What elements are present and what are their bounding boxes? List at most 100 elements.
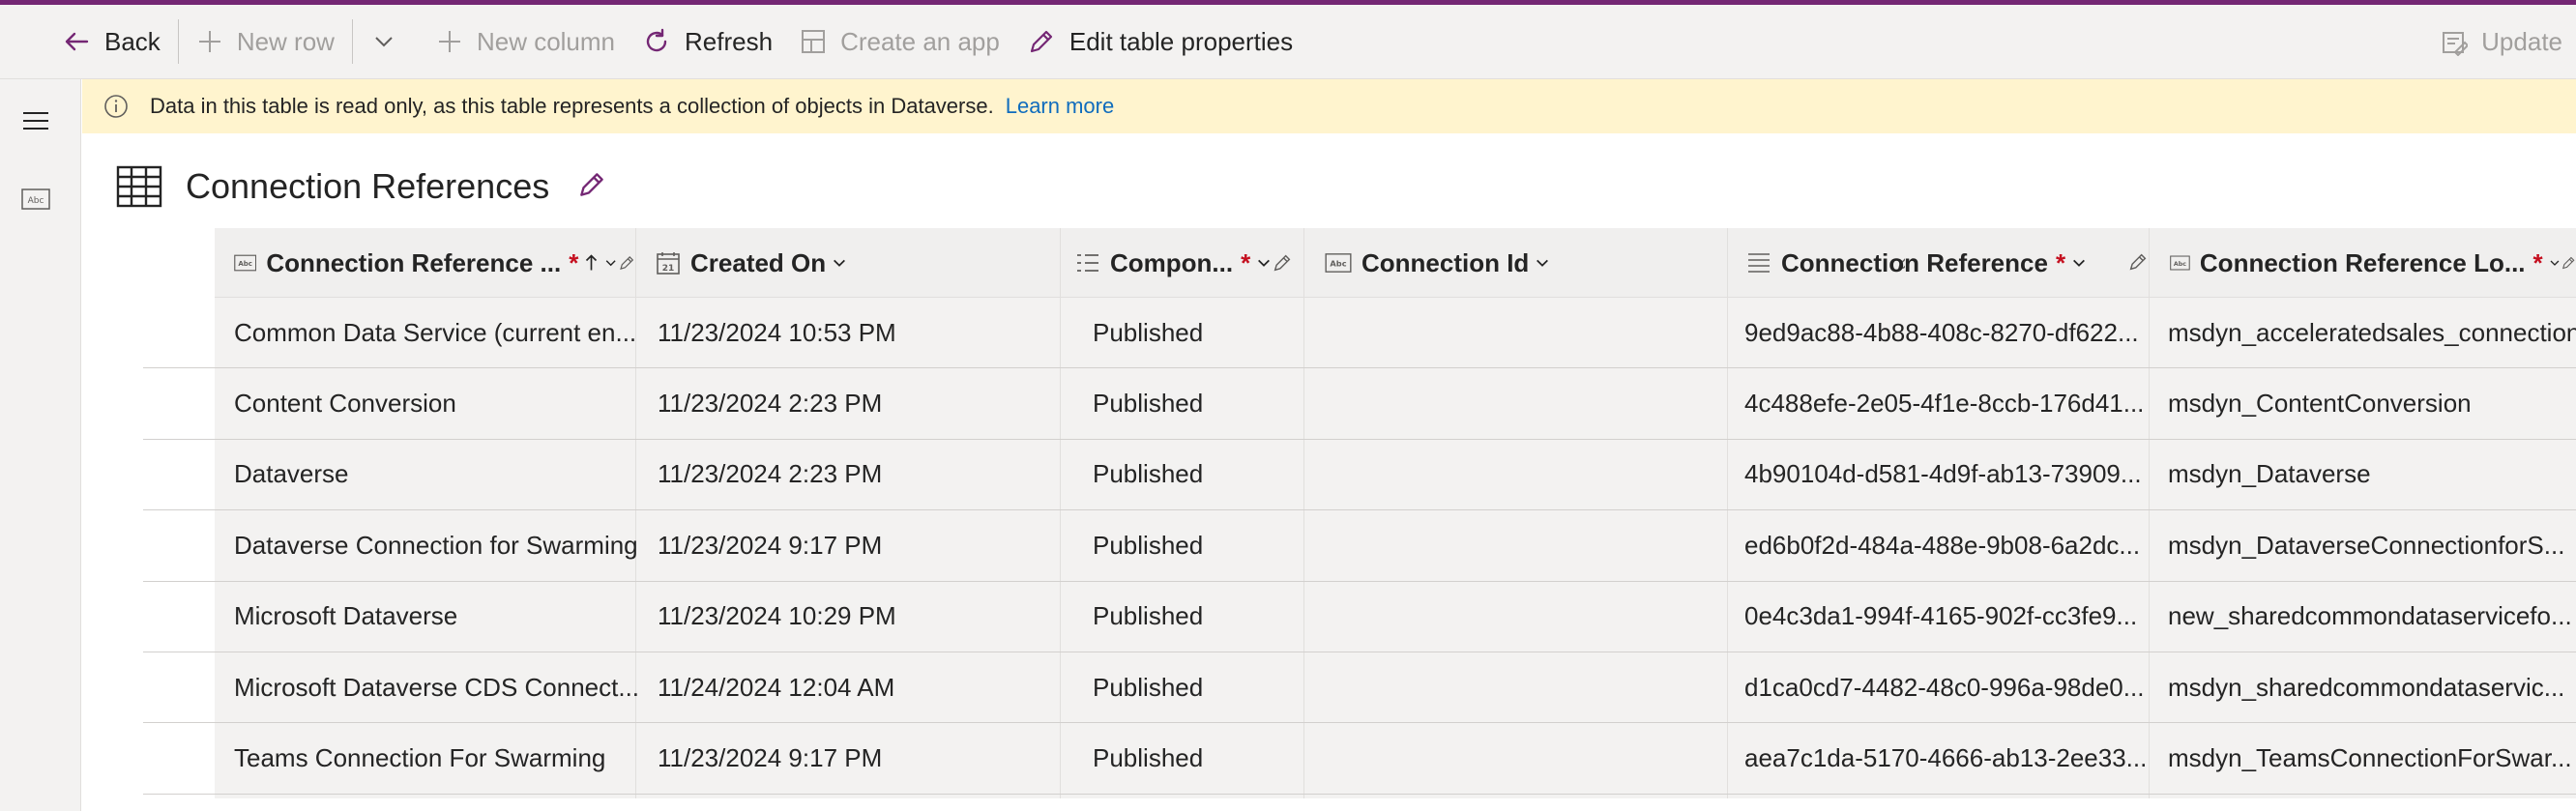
chevron-down-icon — [1537, 259, 1549, 267]
cell-component-state[interactable]: Published — [1093, 298, 1203, 367]
row-selector[interactable] — [143, 652, 215, 723]
back-arrow-icon — [65, 32, 89, 51]
cell-connection-reference[interactable]: 0e4c3da1-994f-4165-902f-cc3fe9... — [1744, 582, 2137, 652]
table-row[interactable]: Microsoft Dataverse CDS Connect... 11/24/… — [143, 652, 2576, 724]
row-selector[interactable] — [143, 439, 215, 510]
column-header-connection-reference-logical-name[interactable]: Abc Connection Reference Lo... * — [2170, 228, 2576, 298]
cell-created-on[interactable]: 11/23/2024 10:53 PM — [658, 298, 896, 367]
cell-connection-reference[interactable]: 4c488efe-2e05-4f1e-8ccb-176d41... — [1744, 368, 2144, 438]
table-row[interactable]: Dataverse Connection for Swarming 11/23/2… — [143, 510, 2576, 582]
learn-more-link[interactable]: Learn more — [1006, 94, 1115, 119]
cell-name[interactable]: Microsoft Dataverse — [234, 582, 457, 652]
create-app-label: Create an app — [840, 26, 1000, 56]
update-button[interactable]: Update — [2427, 5, 2576, 79]
new-column-button[interactable]: New column — [423, 5, 629, 79]
pencil-icon — [2561, 256, 2575, 270]
column-header-created-on[interactable]: 21 Created On — [656, 228, 1077, 298]
svg-text:Abc: Abc — [2174, 261, 2186, 268]
chevron-down-icon — [834, 259, 846, 267]
cell-created-on[interactable]: 11/23/2024 9:17 PM — [658, 723, 882, 793]
update-icon — [2443, 31, 2469, 56]
cell-name[interactable]: Dataverse Connection for Swarming — [234, 510, 638, 580]
table-row[interactable]: Dataverse 11/23/2024 2:23 PM Published 4b90… — [143, 439, 2576, 511]
pencil-icon — [1030, 30, 1052, 53]
table-row[interactable]: Teams Connection For Swarming 11/23/2024 … — [143, 723, 2576, 795]
row-selector[interactable] — [143, 581, 215, 652]
cell-logical-name[interactable]: msdyn_ContentConversion — [2168, 368, 2472, 438]
refresh-label: Refresh — [685, 26, 774, 56]
new-column-label: New column — [476, 26, 616, 56]
column-header-component-state[interactable]: Compon... * — [1075, 228, 1321, 298]
cell-created-on[interactable]: 11/23/2024 2:23 PM — [658, 368, 882, 438]
cell-connection-reference[interactable]: 9ed9ac88-4b88-408c-8270-df622... — [1744, 298, 2139, 367]
hamburger-icon — [23, 112, 48, 130]
cell-logical-name[interactable]: msdyn_DataverseConnectionforS... — [2168, 510, 2564, 580]
left-navigation: Abc — [0, 79, 81, 811]
choice-list-icon — [1077, 254, 1098, 272]
chevron-down-icon — [2550, 260, 2560, 266]
command-bar: Back New row New column Refresh Create a… — [0, 5, 2576, 79]
cell-component-state[interactable]: Published — [1093, 652, 1203, 722]
cell-created-on[interactable]: 11/23/2024 10:29 PM — [658, 582, 896, 652]
column-header-label: Created On — [690, 247, 827, 277]
plus-icon — [438, 31, 460, 52]
chevron-down-icon — [1258, 259, 1271, 267]
edit-table-properties-button[interactable]: Edit table properties — [1013, 5, 1306, 79]
edit-title-button[interactable] — [576, 169, 607, 205]
create-app-button[interactable]: Create an app — [786, 5, 1013, 79]
pencil-icon — [2129, 253, 2147, 271]
divider — [351, 19, 353, 64]
required-indicator: * — [2055, 247, 2066, 277]
row-selector[interactable] — [143, 298, 215, 368]
cell-logical-name[interactable]: new_sharedcommondataservicefo... — [2168, 582, 2572, 652]
cell-name[interactable]: Common Data Service (current en... — [234, 298, 636, 367]
row-selector[interactable] — [143, 723, 215, 794]
cell-logical-name[interactable]: msdyn_sharedcommondataservic... — [2168, 652, 2564, 722]
row-selector[interactable] — [143, 368, 215, 439]
cell-connection-reference[interactable]: ed6b0f2d-484a-488e-9b08-6a2dc... — [1744, 510, 2140, 580]
cell-name[interactable]: Microsoft Dataverse CDS Connect... — [234, 652, 639, 722]
column-header-label: Connection Reference ... — [266, 247, 562, 277]
cell-logical-name[interactable]: msdyn_TeamsConnectionForSwar... — [2168, 723, 2572, 793]
chevron-down-icon — [375, 37, 393, 47]
cell-component-state[interactable]: Published — [1093, 723, 1203, 793]
cell-component-state[interactable]: Published — [1093, 368, 1203, 438]
cell-connection-reference[interactable]: aea7c1da-5170-4666-ab13-2ee33... — [1744, 723, 2147, 793]
table-icon — [116, 165, 162, 208]
chevron-down-icon — [606, 260, 616, 267]
cell-created-on[interactable]: 11/23/2024 2:23 PM — [658, 440, 882, 509]
new-row-button[interactable]: New row — [183, 5, 348, 79]
choice-list-icon — [1748, 253, 1770, 273]
cell-created-on[interactable]: 11/24/2024 12:04 AM — [658, 652, 894, 722]
cell-connection-reference[interactable]: d1ca0cd7-4482-48c0-996a-98de0... — [1744, 652, 2144, 722]
refresh-button[interactable]: Refresh — [629, 5, 786, 79]
cell-component-state[interactable]: Published — [1093, 440, 1203, 509]
table-row[interactable]: Microsoft Dataverse 11/23/2024 10:29 PM Pu… — [143, 581, 2576, 652]
cell-logical-name[interactable]: msdyn_acceleratedsales_connection — [2168, 298, 2576, 367]
row-selector[interactable] — [143, 510, 215, 581]
cell-name[interactable]: Teams Connection For Swarming — [234, 723, 605, 793]
table-row[interactable]: Content Conversion 11/23/2024 2:23 PM Publ… — [143, 368, 2576, 440]
read-only-info-bar: Data in this table is read only, as this… — [82, 79, 2576, 133]
hamburger-menu-button[interactable] — [21, 108, 50, 138]
column-header-connection-reference-name[interactable]: Abc Connection Reference ... * — [234, 228, 635, 298]
column-header-connection-reference[interactable]: Connection Reference * — [1746, 228, 2168, 298]
cell-component-state[interactable]: Published — [1093, 582, 1203, 652]
pencil-icon — [619, 256, 633, 271]
cell-name[interactable]: Content Conversion — [234, 368, 456, 438]
cell-connection-reference[interactable]: 4b90104d-d581-4d9f-ab13-73909... — [1744, 440, 2142, 509]
cell-component-state[interactable]: Published — [1093, 510, 1203, 580]
cell-created-on[interactable]: 11/23/2024 9:17 PM — [658, 510, 882, 580]
cell-name[interactable]: Dataverse — [234, 440, 349, 509]
info-icon — [104, 95, 128, 118]
table-row[interactable]: Common Data Service (current en... 11/23/… — [143, 298, 2576, 369]
grid-header-row: Abc Connection Reference ... * 21 Create… — [215, 228, 2576, 298]
nav-item-columns[interactable]: Abc — [21, 188, 50, 216]
required-indicator: * — [1241, 247, 1251, 277]
text-field-icon: Abc — [21, 188, 50, 210]
new-row-dropdown-button[interactable] — [357, 5, 423, 79]
cell-logical-name[interactable]: msdyn_Dataverse — [2168, 440, 2371, 509]
text-field-icon: Abc — [1325, 253, 1352, 273]
back-button[interactable]: Back — [48, 5, 174, 79]
refresh-icon — [646, 28, 667, 52]
